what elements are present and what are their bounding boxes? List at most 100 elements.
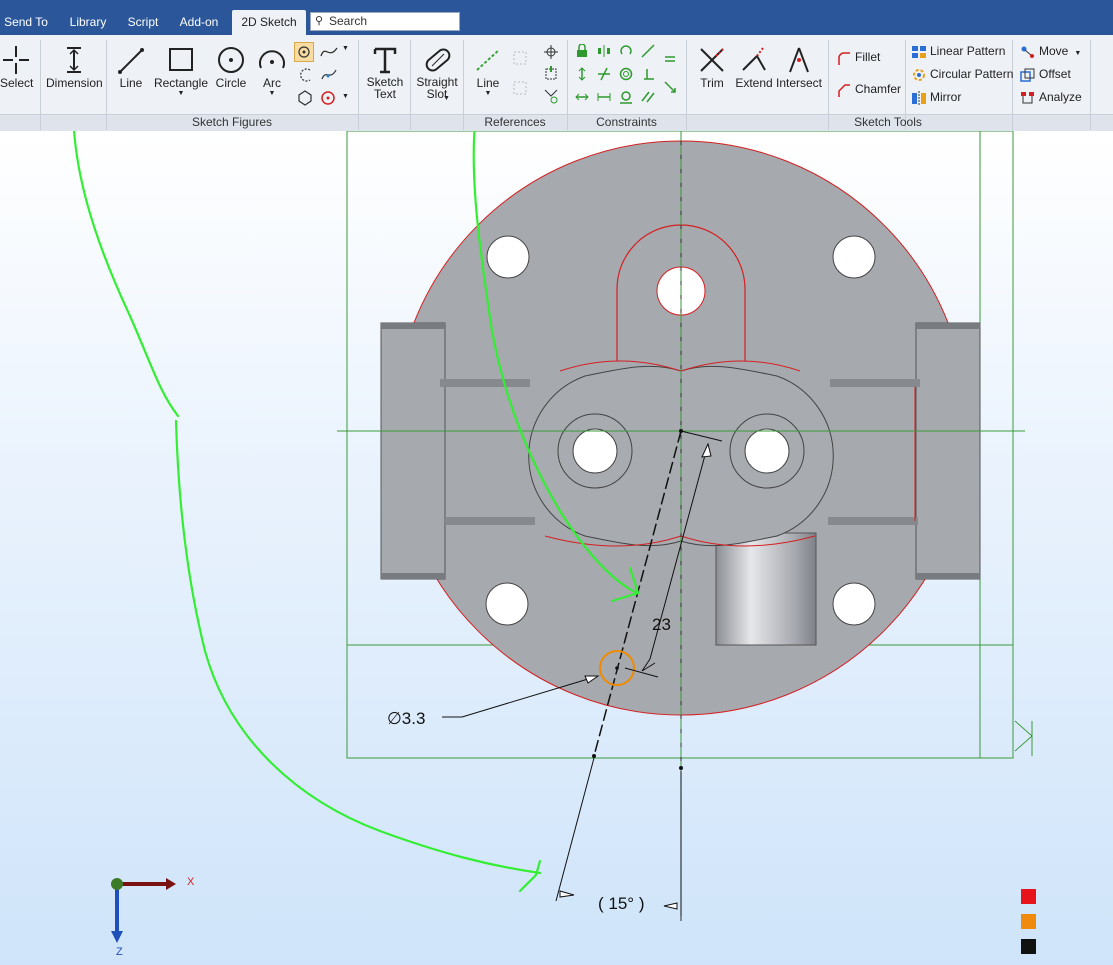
ref-project-icon[interactable] [543, 66, 559, 82]
crosshair-icon [3, 46, 29, 74]
sketch-text-button[interactable]: Sketch Text [362, 44, 408, 100]
color-swatch-black[interactable] [1021, 939, 1036, 954]
ref-point-icon[interactable] [512, 50, 528, 66]
chamfer-label: Chamfer [855, 82, 902, 96]
tab-add-on[interactable]: Add-on [172, 10, 226, 35]
concentric-icon[interactable] [619, 44, 633, 58]
spline-edit-icon[interactable] [320, 67, 338, 83]
analyze-icon [1021, 91, 1034, 104]
trim-icon [700, 48, 724, 72]
dimension-button[interactable]: Dimension [46, 44, 103, 90]
arc-label: Arc [263, 76, 281, 90]
rectangle-button[interactable]: Rectangle ▼ [152, 44, 210, 97]
angle-dimension[interactable] [555, 757, 682, 916]
point-icon[interactable] [294, 42, 314, 62]
tangent-icon[interactable] [641, 44, 655, 58]
group-label-sketch-tools: Sketch Tools [854, 115, 922, 129]
equal-icon[interactable] [663, 52, 677, 66]
length-dimension-text[interactable]: 23 [652, 615, 671, 634]
chevron-down-icon[interactable]: ▼ [342, 45, 349, 52]
fillet-button[interactable]: Fillet [836, 50, 880, 65]
rectangle-label: Rectangle [153, 76, 209, 90]
search-input[interactable]: ⚲ Search [310, 12, 460, 31]
ref-plane-icon[interactable] [512, 80, 528, 96]
move-label: Move [1039, 44, 1069, 58]
analyze-button[interactable]: Analyze [1020, 90, 1082, 105]
fix-icon[interactable] [575, 44, 589, 58]
analyze-label: Analyze [1039, 90, 1082, 104]
ref-origin-icon[interactable] [543, 44, 559, 60]
fillet-label: Fillet [855, 50, 881, 64]
trim-button[interactable]: Trim [694, 44, 730, 90]
spline-icon[interactable] [320, 44, 338, 60]
group-label-constraints: Constraints [596, 115, 657, 129]
arc-button[interactable]: Arc ▼ [254, 44, 290, 97]
mirror-icon [912, 90, 926, 105]
reference-line-label: Line [476, 76, 500, 90]
extend-icon [742, 47, 766, 71]
vertical-icon[interactable] [575, 67, 589, 81]
chevron-down-icon: ▼ [177, 90, 185, 97]
partial-circle-icon[interactable] [298, 67, 314, 83]
distance-icon[interactable] [597, 90, 611, 104]
divider [410, 40, 411, 130]
slot-icon [425, 48, 451, 72]
offset-icon [1020, 68, 1035, 82]
rectangle-icon [169, 48, 193, 71]
circle-button[interactable]: Circle [214, 44, 248, 90]
corner-glyph-icon [1014, 720, 1033, 756]
on-curve-icon[interactable] [619, 90, 633, 104]
symmetric-icon[interactable] [597, 44, 611, 58]
line-icon [118, 48, 144, 74]
chevron-down-icon: ▼ [484, 90, 492, 97]
divider [40, 40, 41, 130]
circle-target-icon[interactable] [320, 90, 336, 106]
reference-line-button[interactable]: Line ▼ [470, 44, 506, 97]
polygon-icon[interactable] [297, 90, 313, 106]
axis-z-label: Z [116, 946, 123, 958]
color-swatch-orange[interactable] [1021, 914, 1036, 929]
auto-constraint-icon[interactable] [663, 80, 677, 94]
chamfer-button[interactable]: Chamfer [836, 82, 901, 97]
select-button[interactable]: Select [0, 44, 33, 90]
chamfer-icon [838, 84, 850, 97]
horizontal-icon[interactable] [575, 90, 589, 104]
extend-button[interactable]: Extend [734, 44, 774, 90]
divider [1090, 40, 1091, 130]
diameter-dimension-text[interactable]: ∅3.3 [387, 709, 425, 728]
tab-send-to[interactable]: Send To [0, 10, 52, 35]
tab-2d-sketch[interactable]: 2D Sketch [232, 10, 306, 35]
mirror-label: Mirror [930, 90, 962, 104]
circular-pattern-button[interactable]: Circular Pattern [911, 67, 1013, 82]
view-axis-triad [111, 878, 176, 943]
tab-script[interactable]: Script [120, 10, 166, 35]
group-label-sketch-figures: Sketch Figures [191, 115, 273, 129]
color-swatch-red[interactable] [1021, 889, 1036, 904]
dimension-label: Dimension [46, 76, 103, 90]
not-parallel-icon[interactable] [597, 67, 611, 81]
tab-library[interactable]: Library [62, 10, 114, 35]
axis-x-label: X [187, 876, 195, 888]
circle-label: Circle [215, 76, 247, 90]
offset-label: Offset [1039, 67, 1071, 81]
coincident-circle-icon[interactable] [619, 67, 633, 81]
linear-pattern-button[interactable]: Linear Pattern [911, 44, 1005, 59]
perpendicular-icon[interactable] [641, 67, 655, 81]
chevron-down-icon[interactable]: ▼ [342, 93, 349, 100]
move-button[interactable]: Move ▼ [1020, 44, 1081, 59]
chevron-down-icon: ▼ [443, 95, 450, 102]
chevron-down-icon: ▼ [268, 90, 276, 97]
line-button[interactable]: Line [114, 44, 148, 90]
intersect-button[interactable]: Intersect [776, 44, 822, 90]
circle-center-point [615, 666, 619, 670]
parallel-icon[interactable] [641, 90, 655, 104]
intersect-icon [789, 47, 809, 73]
sketch-viewport[interactable]: ∅3.3 23 ( 15° ) X Z [0, 131, 1113, 965]
mirror-button[interactable]: Mirror [911, 90, 961, 105]
construction-line-icon [476, 49, 500, 71]
ref-include-icon[interactable] [543, 88, 559, 104]
angle-dimension-text[interactable]: ( 15° ) [598, 894, 644, 913]
straight-slot-button[interactable]: Straight Slot ▼ [413, 44, 461, 102]
offset-button[interactable]: Offset [1020, 67, 1071, 82]
chevron-down-icon: ▼ [1074, 50, 1082, 57]
